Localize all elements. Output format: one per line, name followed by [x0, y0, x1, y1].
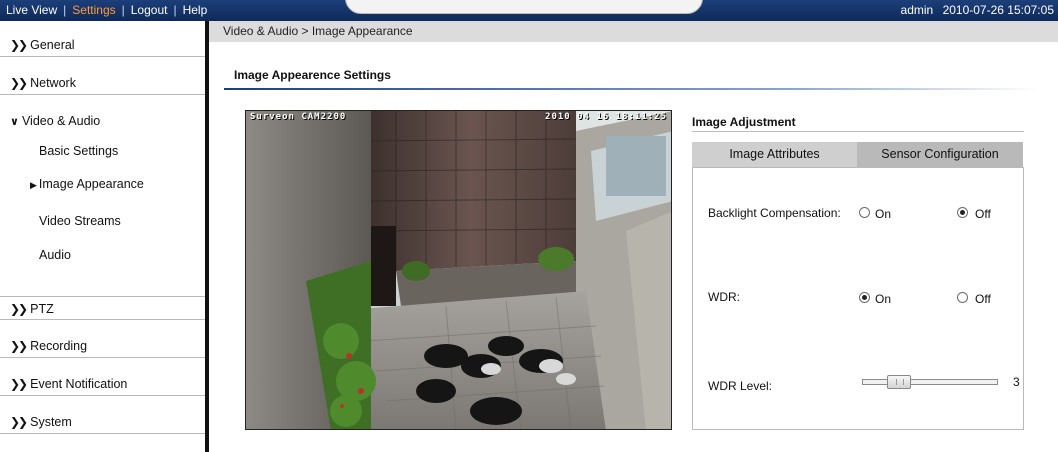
osd-camera-name: Surveon CAM2200	[250, 112, 347, 122]
sidebar-item-ptz[interactable]: ❯❯ PTZ	[0, 296, 205, 320]
nav-settings[interactable]: Settings	[72, 0, 115, 21]
camera-preview-image	[246, 111, 671, 429]
sidebar-item-network[interactable]: ❯❯ Network	[0, 71, 205, 95]
user-name: admin	[900, 3, 934, 17]
camera-preview: Surveon CAM2200 2010 04 16 18:11:25	[245, 110, 672, 430]
backlight-off-label: Off	[975, 207, 991, 221]
double-chevron-right-icon: ❯❯	[10, 415, 28, 429]
backlight-on-label: On	[875, 207, 892, 221]
nav-separator: |	[63, 3, 67, 17]
sidebar-divider	[205, 21, 209, 452]
double-chevron-right-icon: ❯❯	[10, 76, 28, 90]
top-menu-bar: Live View | Settings | Logout | Help admin 201…	[0, 0, 1058, 21]
double-chevron-down-icon: ∨	[10, 116, 19, 128]
image-adjustment-divider	[692, 131, 1024, 132]
backlight-compensation-label: Backlight Compensation:	[708, 206, 841, 220]
nav-separator: |	[173, 3, 177, 17]
sidebar-item-label: Recording	[30, 339, 88, 353]
sidebar-item-label: PTZ	[30, 302, 54, 316]
tab-sensor-configuration[interactable]: Sensor Configuration	[857, 142, 1023, 167]
wdr-on-radio[interactable]	[859, 292, 870, 303]
nav-separator: |	[121, 3, 125, 17]
sidebar-item-label: Network	[30, 76, 76, 90]
current-datetime: 2010-07-26 15:07:05	[942, 3, 1054, 17]
double-chevron-right-icon: ❯❯	[10, 302, 28, 316]
wdr-off-label: Off	[975, 292, 991, 306]
wdr-level-value: 3	[1013, 375, 1020, 389]
top-nav: Live View | Settings | Logout | Help	[6, 0, 207, 21]
sidebar-subitem-label: Image Appearance	[38, 177, 144, 191]
sidebar-item-system[interactable]: ❯❯ System	[0, 410, 205, 434]
double-chevron-right-icon: ❯❯	[10, 339, 28, 353]
sidebar-item-general[interactable]: ❯❯ General	[0, 33, 205, 57]
double-chevron-right-icon: ❯❯	[10, 38, 28, 52]
sidebar-item-label: General	[30, 38, 75, 52]
page-title: Image Appearence Settings	[234, 68, 391, 82]
session-info: admin 2010-07-26 15:07:05	[895, 0, 1054, 21]
wdr-level-slider[interactable]	[862, 375, 998, 389]
header-notch	[345, 0, 703, 14]
osd-timestamp: 2010 04 16 18:11:25	[545, 112, 667, 122]
backlight-off-radio[interactable]	[957, 207, 968, 218]
nav-logout[interactable]: Logout	[131, 0, 168, 21]
nav-help[interactable]: Help	[183, 0, 208, 21]
sidebar-subitem-basic-settings[interactable]: Basic Settings	[39, 141, 118, 161]
backlight-on-radio[interactable]	[859, 207, 870, 218]
sidebar-item-event-notification[interactable]: ❯❯ Event Notification	[0, 372, 205, 396]
wdr-off-radio[interactable]	[957, 292, 968, 303]
sidebar-item-recording[interactable]: ❯❯ Recording	[0, 334, 205, 358]
wdr-level-label: WDR Level:	[708, 379, 773, 393]
breadcrumb: Video & Audio > Image Appearance	[209, 21, 1058, 42]
title-divider	[224, 88, 1040, 90]
sidebar-item-label: System	[30, 415, 72, 429]
nav-live-view[interactable]: Live View	[6, 0, 57, 21]
sidebar-item-label: Event Notification	[30, 377, 128, 391]
slider-thumb[interactable]	[887, 375, 911, 389]
sidebar-subitem-video-streams[interactable]: Video Streams	[39, 211, 121, 231]
double-chevron-right-icon: ❯❯	[10, 377, 28, 391]
wdr-label: WDR:	[708, 290, 740, 304]
wdr-on-label: On	[875, 292, 892, 306]
current-arrow-icon: ▶	[30, 180, 37, 190]
tab-image-attributes[interactable]: Image Attributes	[692, 142, 857, 167]
sidebar-subitem-image-appearance[interactable]: ▶ Image Appearance	[30, 174, 144, 194]
image-adjustment-title: Image Adjustment	[692, 115, 796, 129]
sidebar-item-video-audio[interactable]: ∨ Video & Audio	[0, 109, 205, 133]
sidebar-subitem-audio[interactable]: Audio	[39, 245, 71, 265]
sidebar-item-label: Video & Audio	[21, 114, 101, 128]
